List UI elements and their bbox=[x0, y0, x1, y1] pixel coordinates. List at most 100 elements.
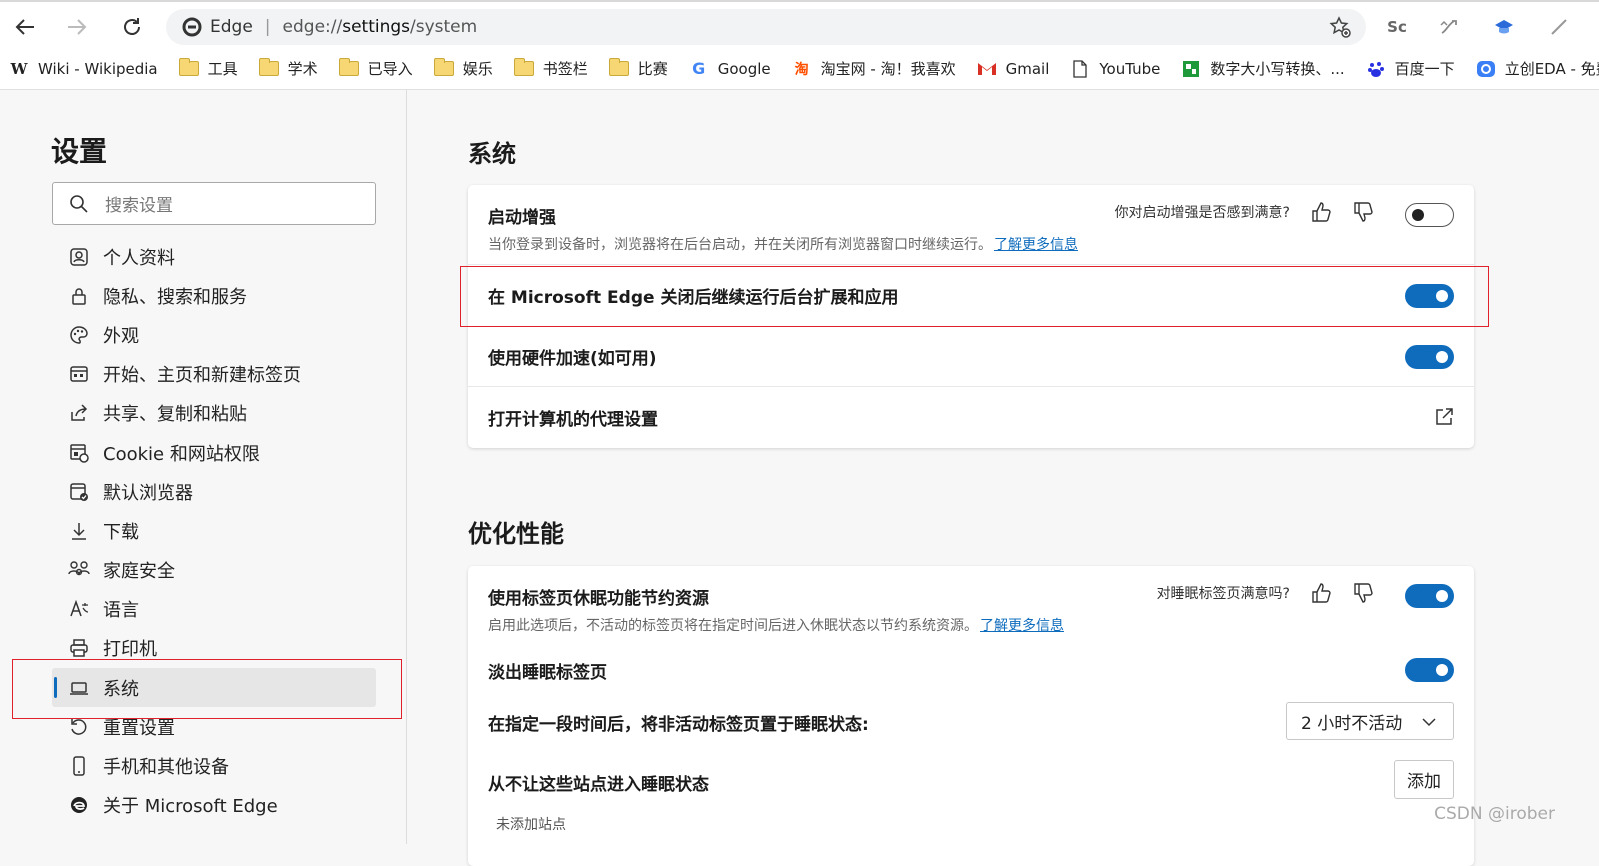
url-host: settings bbox=[342, 17, 410, 37]
sidebar-item-family[interactable]: 家庭安全 bbox=[52, 551, 376, 590]
bookmark-wikipedia[interactable]: W Wiki - Wikipedia bbox=[8, 60, 158, 78]
bookmark-gmail[interactable]: Gmail bbox=[976, 60, 1050, 78]
sidebar-item-language[interactable]: 语言 bbox=[52, 590, 376, 629]
fade-tabs-toggle[interactable] bbox=[1405, 658, 1454, 682]
bookmark-baidu[interactable]: 百度一下 bbox=[1365, 58, 1455, 79]
add-site-button[interactable]: 添加 bbox=[1394, 760, 1454, 799]
bookmark-label: Google bbox=[718, 60, 771, 78]
sidebar-item-label: 语言 bbox=[103, 596, 139, 622]
search-icon bbox=[69, 194, 89, 214]
extension-sc-button[interactable]: Sc bbox=[1384, 14, 1410, 40]
sidebar-item-cookies[interactable]: Cookie 和网站权限 bbox=[52, 433, 376, 472]
bookmark-folder-bookmarks-bar[interactable]: 书签栏 bbox=[513, 58, 588, 79]
extension-graduation-button[interactable] bbox=[1491, 14, 1517, 40]
bookmark-label: 数字大小写转换、... bbox=[1210, 58, 1344, 79]
address-bar[interactable]: Edge | edge://settings/system bbox=[166, 9, 1366, 45]
startup-boost-toggle[interactable] bbox=[1405, 203, 1454, 227]
thumbs-down-icon[interactable] bbox=[1352, 201, 1374, 223]
sleeping-tabs-learn-more-link[interactable]: 了解更多信息 bbox=[980, 618, 1064, 634]
language-icon bbox=[67, 597, 91, 621]
more-extensions-button[interactable] bbox=[1546, 14, 1572, 40]
proxy-settings-row[interactable]: 打开计算机的代理设置 bbox=[468, 387, 1474, 448]
bookmark-label: 工具 bbox=[208, 58, 238, 79]
sidebar-item-label: Cookie 和网站权限 bbox=[103, 440, 260, 466]
sleep-after-row: 在指定一段时间后，将非活动标签页置于睡眠状态: 2 小时不活动 bbox=[468, 694, 1474, 750]
taobao-icon: 淘 bbox=[791, 60, 813, 78]
sidebar-item-share[interactable]: 共享、复制和粘贴 bbox=[52, 394, 376, 433]
forward-button[interactable] bbox=[62, 12, 92, 42]
bookmark-number-convert[interactable]: 数字大小写转换、... bbox=[1180, 58, 1344, 79]
browser-toolbar: Edge | edge://settings/system Sc bbox=[0, 0, 1599, 48]
star-plus-icon bbox=[1328, 15, 1352, 39]
sidebar-item-profile[interactable]: 个人资料 bbox=[52, 237, 376, 276]
folder-icon bbox=[513, 60, 535, 78]
sleeping-tabs-toggle[interactable] bbox=[1405, 584, 1454, 608]
sidebar-item-privacy[interactable]: 隐私、搜索和服务 bbox=[52, 276, 376, 315]
bookmark-folder-competition[interactable]: 比赛 bbox=[608, 58, 668, 79]
bookmark-google[interactable]: G Google bbox=[688, 60, 771, 78]
address-separator: | bbox=[265, 17, 271, 37]
thumbs-up-icon[interactable] bbox=[1310, 582, 1332, 604]
settings-content: 系统 启动增强 当你登录到设备时，浏览器将在后台启动，并在关闭所有浏览器窗口时继… bbox=[408, 90, 1599, 844]
bookmark-folder-imported[interactable]: 已导入 bbox=[338, 58, 413, 79]
profile-icon bbox=[67, 245, 91, 269]
sidebar-item-label: 关于 Microsoft Edge bbox=[103, 792, 278, 818]
settings-title: 设置 bbox=[51, 130, 107, 170]
sidebar-item-start-home[interactable]: 开始、主页和新建标签页 bbox=[52, 355, 376, 394]
extension-translate-button[interactable] bbox=[1437, 14, 1463, 40]
fade-tabs-row: 淡出睡眠标签页 bbox=[468, 646, 1474, 694]
sleep-after-select[interactable]: 2 小时不活动 bbox=[1286, 702, 1454, 740]
sidebar-item-default-browser[interactable]: 默认浏览器 bbox=[52, 472, 376, 511]
bookmark-taobao[interactable]: 淘 淘宝网 - 淘！我喜欢 bbox=[791, 58, 956, 79]
sleeping-tabs-desc: 启用此选项后，不活动的标签页将在指定时间后进入休眠状态以节约系统资源。了解更多信… bbox=[488, 615, 1454, 635]
hardware-accel-toggle[interactable] bbox=[1405, 345, 1454, 369]
folder-icon bbox=[258, 60, 280, 78]
green-app-icon bbox=[1180, 60, 1202, 78]
watermark: CSDN @irober bbox=[1434, 804, 1555, 824]
highlight-box-system-nav bbox=[12, 659, 402, 719]
sidebar-item-phone[interactable]: 手机和其他设备 bbox=[52, 746, 376, 785]
bookmark-label: 百度一下 bbox=[1395, 58, 1455, 79]
bookmarks-bar: W Wiki - Wikipedia 工具 学术 已导入 娱乐 书签栏 比赛 G… bbox=[0, 48, 1599, 90]
settings-search-input[interactable]: 搜索设置 bbox=[52, 182, 376, 225]
back-button[interactable] bbox=[10, 12, 40, 42]
bookmark-folder-tools[interactable]: 工具 bbox=[178, 58, 238, 79]
folder-icon bbox=[178, 60, 200, 78]
folder-icon bbox=[338, 60, 360, 78]
lceda-icon bbox=[1475, 60, 1497, 78]
sidebar-item-downloads[interactable]: 下载 bbox=[52, 511, 376, 550]
extension-partial-icon bbox=[1548, 16, 1570, 38]
download-icon bbox=[67, 519, 91, 543]
startup-boost-learn-more-link[interactable]: 了解更多信息 bbox=[994, 237, 1078, 253]
fade-tabs-title: 淡出睡眠标签页 bbox=[488, 658, 607, 683]
back-arrow-icon bbox=[14, 16, 36, 38]
bookmark-label: 娱乐 bbox=[463, 58, 493, 79]
sidebar-item-label: 打印机 bbox=[103, 635, 157, 661]
startup-boost-desc: 当你登录到设备时，浏览器将在后台启动，并在关闭所有浏览器窗口时继续运行。了解更多… bbox=[488, 234, 1454, 254]
no-sites-text: 未添加站点 bbox=[468, 814, 1474, 834]
add-favorite-button[interactable] bbox=[1328, 15, 1352, 44]
bookmark-folder-entertainment[interactable]: 娱乐 bbox=[433, 58, 493, 79]
page-icon bbox=[1069, 60, 1091, 78]
bookmark-label: 学术 bbox=[288, 58, 318, 79]
settings-sidebar: 设置 搜索设置 个人资料 隐私、搜索和服务 外观 开始、主页和新建标签页 共享、… bbox=[0, 90, 407, 844]
external-link-icon[interactable] bbox=[1434, 407, 1454, 431]
bookmark-label: 已导入 bbox=[368, 58, 413, 79]
sleep-after-title: 在指定一段时间后，将非活动标签页置于睡眠状态: bbox=[488, 710, 869, 735]
refresh-button[interactable] bbox=[117, 12, 147, 42]
search-placeholder: 搜索设置 bbox=[105, 191, 173, 216]
sidebar-item-appearance[interactable]: 外观 bbox=[52, 315, 376, 354]
google-icon: G bbox=[688, 60, 710, 78]
bookmark-label: Wiki - Wikipedia bbox=[38, 60, 158, 78]
sidebar-item-label: 手机和其他设备 bbox=[103, 753, 229, 779]
default-browser-icon bbox=[67, 480, 91, 504]
thumbs-up-icon[interactable] bbox=[1310, 201, 1332, 223]
sidebar-item-about[interactable]: 关于 Microsoft Edge bbox=[52, 786, 376, 825]
bookmark-folder-academic[interactable]: 学术 bbox=[258, 58, 318, 79]
graduation-cap-icon bbox=[1493, 16, 1515, 38]
home-tabs-icon bbox=[67, 362, 91, 386]
bookmark-youtube[interactable]: YouTube bbox=[1069, 60, 1160, 78]
thumbs-down-icon[interactable] bbox=[1352, 582, 1374, 604]
sidebar-item-label: 隐私、搜索和服务 bbox=[103, 283, 247, 309]
bookmark-lceda[interactable]: 立创EDA - 免费、... bbox=[1475, 58, 1599, 79]
